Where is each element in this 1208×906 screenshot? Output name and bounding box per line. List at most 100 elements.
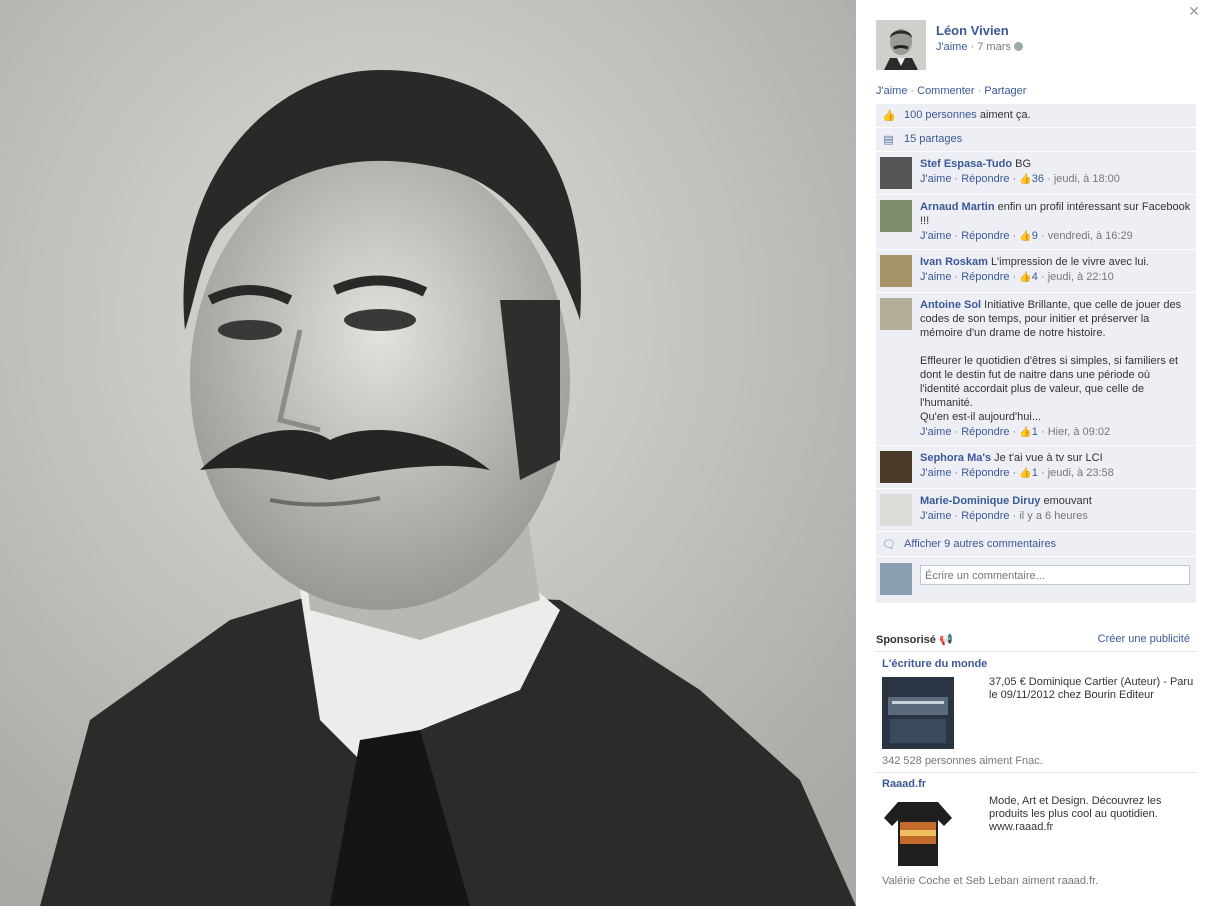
thumbs-up-icon: 👍 xyxy=(1019,174,1032,185)
comment-like-button[interactable]: J'aime xyxy=(920,467,951,479)
comment-reply-button[interactable]: Répondre xyxy=(961,510,1009,522)
thumbs-up-icon: 👍 xyxy=(1019,468,1032,479)
commenter-name[interactable]: Arnaud Martin xyxy=(920,201,995,213)
comment-input[interactable]: Écrire un commentaire... xyxy=(920,565,1190,585)
commenter-name[interactable]: Stef Espasa-Tudo xyxy=(920,158,1012,170)
comment-reply-button[interactable]: Répondre xyxy=(961,467,1009,479)
ad-description: Mode, Art et Design. Découvrez les produ… xyxy=(989,795,1162,833)
ad-item[interactable]: L'écriture du monde 37,05 € Dominique Ca… xyxy=(882,658,1193,770)
commenter-name[interactable]: Ivan Roskam xyxy=(920,256,988,268)
action-separator: · xyxy=(977,85,982,97)
comment-body: Antoine Sol Initiative Brillante, que ce… xyxy=(920,298,1191,340)
commenter-avatar[interactable] xyxy=(880,451,912,483)
ad-image[interactable] xyxy=(882,796,954,868)
ad-social-context: 342 528 personnes aiment Fnac. xyxy=(882,755,1043,767)
comment-icon: 🗨 xyxy=(882,538,896,551)
comment-composer: Écrire un commentaire... xyxy=(876,557,1196,603)
comment-time[interactable]: Hier, à 09:02 xyxy=(1048,426,1110,438)
comment-text-paragraph: Qu'en est-il aujourd'hui... xyxy=(920,411,1041,423)
commenter-name[interactable]: Antoine Sol xyxy=(920,299,981,311)
ad-image[interactable] xyxy=(882,677,954,749)
comment-like-button[interactable]: J'aime xyxy=(920,510,951,522)
comment-item: Arnaud Martin enfin un profil intéressan… xyxy=(876,195,1196,250)
comment-like-count[interactable]: 4 xyxy=(1032,271,1038,283)
commenter-avatar[interactable] xyxy=(880,200,912,232)
comment-button[interactable]: Commenter xyxy=(917,85,974,97)
shares-summary: ▤ 15 partages xyxy=(876,128,1196,152)
comment-body: Marie-Dominique Diruy emouvant xyxy=(920,494,1191,508)
sponsored-header: Sponsorisé 📢 Créer une publicité xyxy=(876,633,1190,646)
post-meta: J'aime · 7 mars xyxy=(936,41,1023,53)
comment-text: Je t'ai vue à tv sur LCI xyxy=(994,452,1103,464)
comment-meta: J'aime · Répondre · 👍9 · vendredi, à 16:… xyxy=(920,230,1133,242)
comment-like-button[interactable]: J'aime xyxy=(920,271,951,283)
comment-reply-button[interactable]: Répondre xyxy=(961,173,1009,185)
comment-time[interactable]: jeudi, à 22:10 xyxy=(1048,271,1114,283)
divider xyxy=(876,651,1196,652)
avatar-image xyxy=(876,20,926,70)
globe-icon xyxy=(1013,42,1023,51)
megaphone-icon: 📢 xyxy=(938,633,953,646)
comment-item: Antoine Sol Initiative Brillante, que ce… xyxy=(876,293,1196,446)
like-button[interactable]: J'aime xyxy=(876,85,907,97)
comment-time[interactable]: jeudi, à 18:00 xyxy=(1054,173,1120,185)
likes-count-link[interactable]: 100 personnes xyxy=(904,109,977,121)
more-comments-link[interactable]: Afficher 9 autres commentaires xyxy=(904,538,1056,550)
comment-time[interactable]: il y a 6 heures xyxy=(1019,510,1087,522)
post-photo[interactable] xyxy=(0,0,856,906)
author-name[interactable]: Léon Vivien xyxy=(936,23,1009,38)
close-icon[interactable]: ✕ xyxy=(1188,4,1200,20)
ad-title[interactable]: Raaad.fr xyxy=(882,778,1192,790)
comment-meta: J'aime · Répondre · il y a 6 heures xyxy=(920,510,1088,522)
sweater-image xyxy=(882,796,954,868)
commenter-avatar[interactable] xyxy=(880,157,912,189)
shares-link[interactable]: 15 partages xyxy=(904,133,962,145)
commenter-name[interactable]: Marie-Dominique Diruy xyxy=(920,495,1040,507)
commenter-avatar[interactable] xyxy=(880,298,912,330)
commenter-avatar[interactable] xyxy=(880,494,912,526)
create-ad-link[interactable]: Créer une publicité xyxy=(1098,633,1190,645)
comment-text: BG xyxy=(1015,158,1032,170)
post-author: Léon Vivien J'aime · 7 mars xyxy=(876,20,1196,72)
more-comments: 🗨 Afficher 9 autres commentaires xyxy=(876,532,1196,557)
sponsored-label: Sponsorisé xyxy=(876,634,936,646)
author-avatar[interactable] xyxy=(876,20,926,70)
post-actions: J'aime · Commenter · Partager xyxy=(876,85,1026,97)
thumbs-up-icon: 👍 xyxy=(882,109,896,122)
comment-reply-button[interactable]: Répondre xyxy=(961,271,1009,283)
like-page-link[interactable]: J'aime xyxy=(936,41,967,53)
likes-summary: 👍 100 personnes aiment ça. xyxy=(876,104,1196,128)
divider xyxy=(876,772,1196,773)
comment-text: emouvant xyxy=(1043,495,1092,507)
portrait-photo xyxy=(0,0,856,906)
comment-like-count[interactable]: 1 xyxy=(1032,467,1038,479)
ad-title[interactable]: L'écriture du monde xyxy=(882,658,1192,670)
post-date[interactable]: 7 mars xyxy=(977,41,1011,53)
comment-like-count[interactable]: 36 xyxy=(1032,173,1044,185)
comment-like-button[interactable]: J'aime xyxy=(920,426,951,438)
comment-meta: J'aime · Répondre · 👍36 · jeudi, à 18:00 xyxy=(920,173,1120,185)
commenter-avatar[interactable] xyxy=(880,255,912,287)
comment-time[interactable]: jeudi, à 23:58 xyxy=(1048,467,1114,479)
comment-time[interactable]: vendredi, à 16:29 xyxy=(1048,230,1133,242)
comment-body: Sephora Ma's Je t'ai vue à tv sur LCI xyxy=(920,451,1191,465)
ad-item[interactable]: Raaad.fr Mode, Art et Design. Découvrez … xyxy=(882,778,1192,890)
comment-like-count[interactable]: 1 xyxy=(1032,426,1038,438)
commenter-name[interactable]: Sephora Ma's xyxy=(920,452,991,464)
action-separator: · xyxy=(910,85,915,97)
meta-separator: · xyxy=(967,41,978,53)
share-button[interactable]: Partager xyxy=(984,85,1026,97)
comment-text: L'impression de le vivre avec lui. xyxy=(990,256,1149,268)
comment-like-button[interactable]: J'aime xyxy=(920,230,951,242)
comment-reply-button[interactable]: Répondre xyxy=(961,230,1009,242)
comment-reply-button[interactable]: Répondre xyxy=(961,426,1009,438)
comment-body: Arnaud Martin enfin un profil intéressan… xyxy=(920,200,1191,228)
comment-like-button[interactable]: J'aime xyxy=(920,173,951,185)
thumbs-up-icon: 👍 xyxy=(1019,427,1032,438)
comment-text-paragraph: Effleurer le quotidien d'êtres si simple… xyxy=(920,355,1179,409)
comment-like-count[interactable]: 9 xyxy=(1032,230,1038,242)
comment-body: Stef Espasa-Tudo BG xyxy=(920,157,1191,171)
comment-meta: J'aime · Répondre · 👍4 · jeudi, à 22:10 xyxy=(920,271,1114,283)
comment-item: Marie-Dominique Diruy emouvant J'aime · … xyxy=(876,489,1196,532)
thumbs-up-icon: 👍 xyxy=(1019,231,1032,242)
